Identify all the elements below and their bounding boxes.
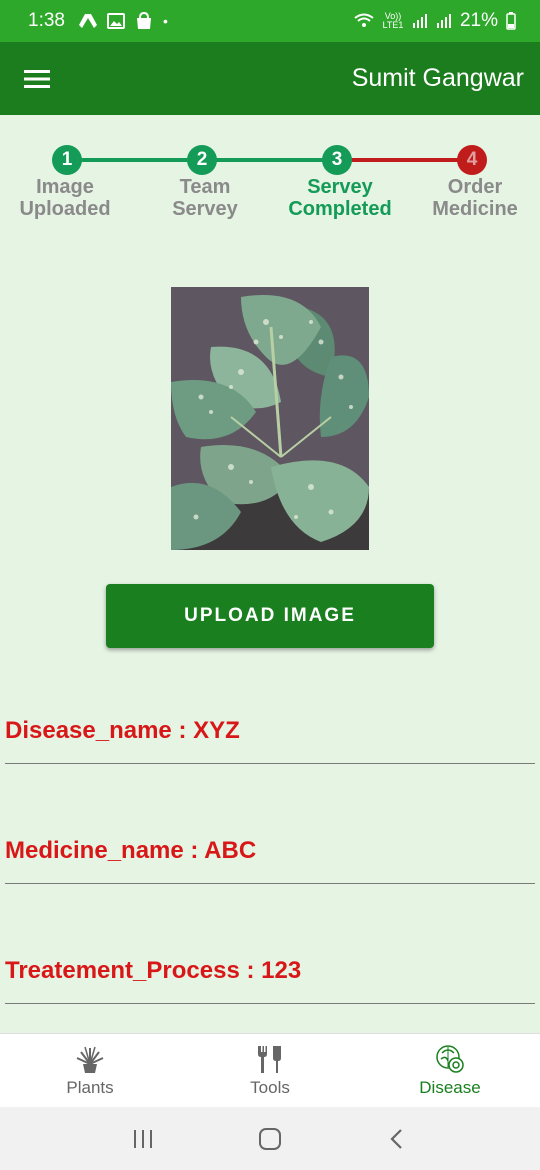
- upload-image-button[interactable]: UPLOAD IMAGE: [106, 584, 434, 648]
- uploaded-plant-image: [171, 287, 369, 550]
- more-notifications-dot: •: [162, 13, 168, 29]
- progress-stepper: 1 2 3 4 Image Uploaded Team Servey Serve…: [0, 140, 540, 240]
- status-right: Vo)) LTE1 21%: [354, 10, 516, 32]
- treatment-process-text: Treatement_Process : 123: [5, 957, 302, 984]
- step-1-label: Image Uploaded: [19, 176, 111, 220]
- medicine-name-text: Medicine_name : ABC: [5, 837, 257, 864]
- battery-percent: 21%: [459, 10, 498, 31]
- nav-label-disease: Disease: [419, 1077, 481, 1097]
- step-1-circle: 1: [52, 145, 82, 175]
- nav-label-tools: Tools: [250, 1077, 290, 1097]
- step-2-circle: 2: [187, 145, 217, 175]
- nav-item-plants[interactable]: Plants: [0, 1034, 180, 1107]
- status-bar: 1:38 • Vo)) LTE1 21%: [0, 0, 540, 42]
- treatment-process-field: Treatement_Process : 123: [5, 944, 535, 1004]
- plant-icon: [75, 1044, 105, 1074]
- medicine-name-field: Medicine_name : ABC: [5, 824, 535, 884]
- disease-name-text: Disease_name : XYZ: [5, 717, 240, 744]
- step-3-label: Servey Completed: [288, 176, 392, 220]
- system-navigation-bar: [0, 1107, 540, 1170]
- gallery-icon: [106, 13, 125, 29]
- recent-apps-icon: [134, 1129, 153, 1148]
- nav-label-plants: Plants: [66, 1077, 114, 1097]
- network-label: Vo)) LTE1: [382, 11, 404, 30]
- app-bar: Sumit Gangwar: [0, 42, 540, 115]
- back-button[interactable]: [377, 1119, 417, 1159]
- shopping-bag-icon: [136, 12, 151, 29]
- home-button[interactable]: [250, 1119, 290, 1159]
- step-4-label: Order Medicine: [432, 176, 518, 220]
- nav-item-disease[interactable]: Disease: [360, 1034, 540, 1107]
- notification-icons: •: [78, 12, 168, 30]
- app-title: Sumit Gangwar: [351, 64, 524, 92]
- step-2-label: Team Servey: [172, 176, 238, 220]
- disease-name-field: Disease_name : XYZ: [5, 704, 535, 764]
- nav-item-tools[interactable]: Tools: [180, 1034, 360, 1107]
- tools-icon: [255, 1044, 285, 1074]
- drive-icon: [78, 14, 97, 28]
- bottom-navigation: Plants Tools Disease: [0, 1033, 540, 1107]
- hamburger-menu-icon[interactable]: [22, 64, 52, 94]
- back-icon: [390, 1128, 402, 1149]
- step-3-circle: 3: [322, 145, 352, 175]
- recent-apps-button[interactable]: [123, 1119, 163, 1159]
- signal-icon: [412, 14, 427, 28]
- step-connector-3-4: [337, 158, 472, 162]
- disease-icon: [434, 1044, 466, 1074]
- status-time: 1:38: [28, 10, 65, 31]
- battery-icon: [506, 12, 516, 30]
- step-4-circle: 4: [457, 145, 487, 175]
- step-connector-1-2: [67, 158, 202, 162]
- step-connector-2-3: [202, 158, 337, 162]
- signal-icon-2: [436, 14, 451, 28]
- wifi-icon: [354, 13, 374, 27]
- home-icon: [258, 1127, 281, 1150]
